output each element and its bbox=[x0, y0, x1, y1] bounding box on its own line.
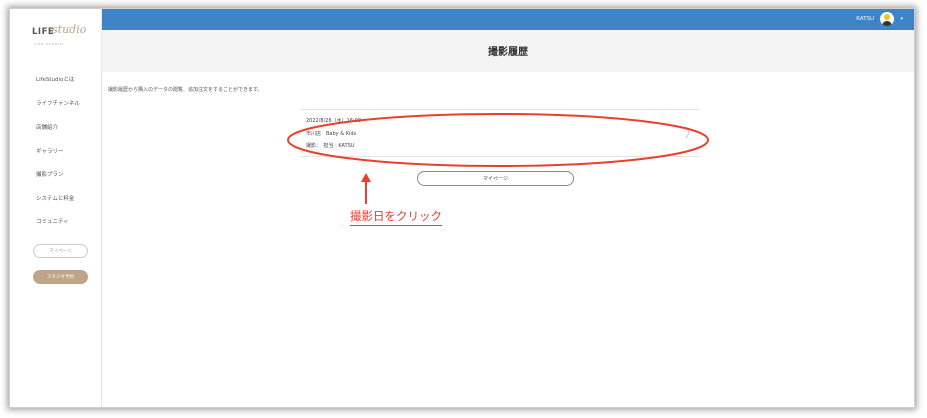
annotation-arrowhead bbox=[361, 173, 371, 182]
app-window: LIFE studio LIFE STUDIO LifeStudioとは ライフ… bbox=[9, 8, 915, 408]
annotation-overlay bbox=[287, 113, 709, 204]
annotation-ellipse bbox=[287, 113, 709, 167]
